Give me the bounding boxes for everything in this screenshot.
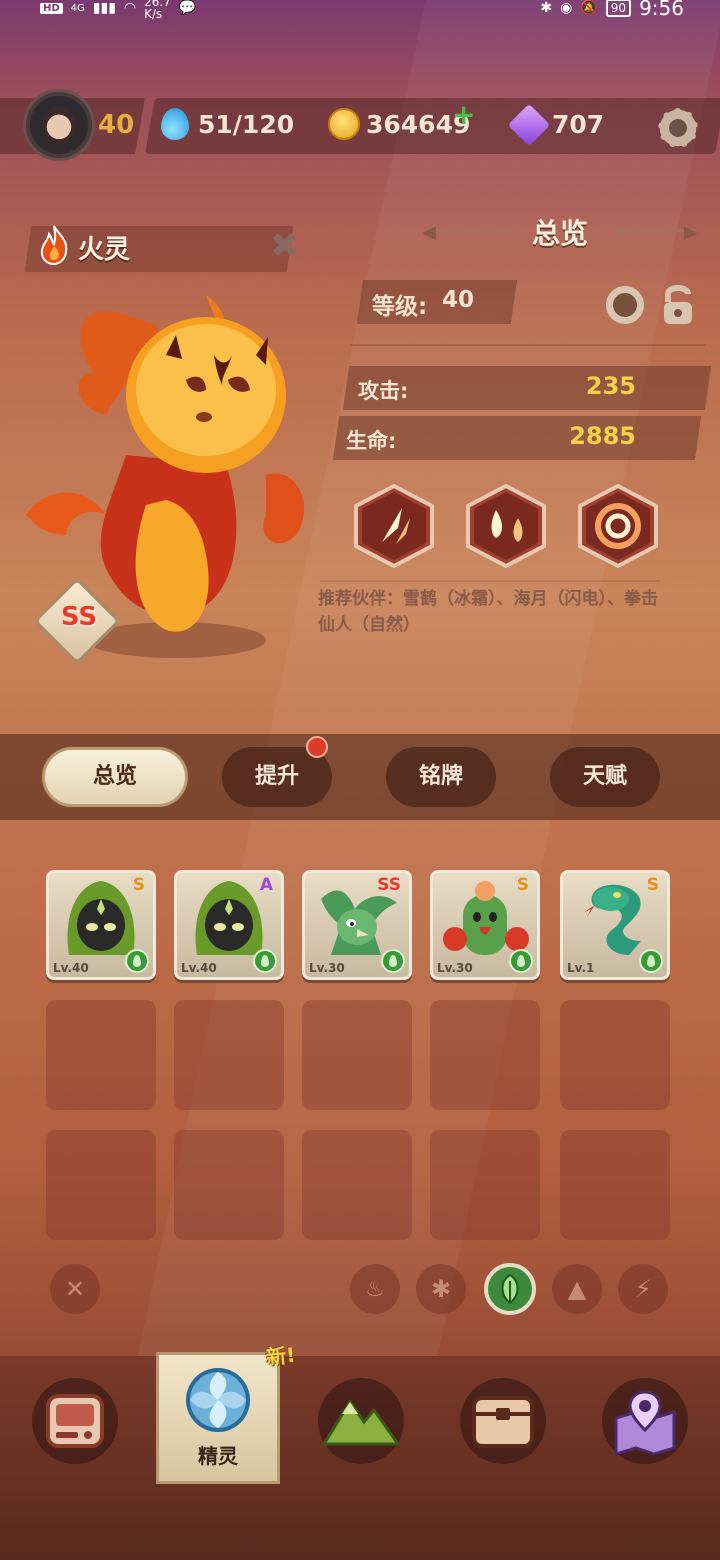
frost-icon: ✱ [430, 1275, 452, 1303]
console-icon [46, 1394, 104, 1448]
nature-element-icon [125, 949, 149, 973]
bluetooth-icon: ✱ [540, 0, 553, 16]
card-grade: SS [377, 875, 401, 895]
empty-slot [302, 1000, 412, 1110]
fire-drops-icon[interactable] [464, 484, 548, 568]
fire-element-icon [40, 225, 68, 266]
gem-icon [507, 103, 551, 147]
clock: 9:56 [639, 0, 684, 20]
gem-value: 707 [552, 110, 605, 139]
tab-talent[interactable]: 天赋 [550, 747, 660, 807]
new-badge: 新! [264, 1342, 297, 1370]
player-level: 40 [98, 110, 135, 140]
filter-frost[interactable]: ✱ [416, 1264, 466, 1314]
tab-overview[interactable]: 总览 [42, 747, 188, 807]
empty-slot [46, 1000, 156, 1110]
notification-dot [306, 736, 328, 758]
attack-value: 235 [585, 372, 636, 400]
card-level: Lv.40 [181, 961, 217, 975]
clear-filter-button[interactable]: ✕ [50, 1264, 100, 1314]
network-indicator: 4G [70, 2, 85, 14]
location-icon: ◉ [560, 0, 573, 16]
nature-element-icon [381, 949, 405, 973]
lightning-icon: ⚡ [634, 1275, 652, 1303]
empty-slot [46, 1130, 156, 1240]
stamina-drop-icon [158, 108, 192, 142]
roster-card[interactable]: SS Lv.30 [302, 870, 412, 980]
empty-slot [430, 1000, 540, 1110]
clear-icon: ✕ [64, 1275, 86, 1303]
card-level: Lv.30 [437, 961, 473, 975]
monster-name: 火灵 [78, 235, 131, 265]
empty-slot [430, 1130, 540, 1240]
roster-card[interactable]: A Lv.40 [174, 870, 284, 980]
close-icon[interactable]: ✖ [270, 226, 299, 266]
empty-slot [560, 1130, 670, 1240]
filter-fire[interactable]: ♨ [350, 1264, 400, 1314]
mountain-icon [321, 1399, 401, 1446]
roster-card[interactable]: S Lv.30 [430, 870, 540, 980]
card-grade: S [646, 875, 659, 895]
nature-element-icon [509, 949, 533, 973]
tab-nameplate[interactable]: 铭牌 [386, 747, 496, 807]
map-pin-icon [614, 1390, 676, 1457]
card-grade: S [132, 875, 145, 895]
fire-swirl-icon[interactable] [576, 484, 660, 568]
card-grade: A [259, 875, 273, 895]
filter-lightning[interactable]: ⚡ [618, 1264, 668, 1314]
card-level: Lv.30 [309, 961, 345, 975]
nav-spirits-label: 精灵 [198, 1444, 238, 1468]
stamina-value: 51/120 [198, 110, 295, 139]
spirit-orb-icon [186, 1368, 250, 1432]
level-label: 等级: [372, 294, 428, 320]
claw-strike-icon[interactable] [352, 484, 436, 568]
empty-slot [174, 1130, 284, 1240]
status-bar: HD 4G ▮▮▮ ◠ 26.7 K/s 💬 ✱ ◉ 🔕 90 9:56 [0, 0, 720, 24]
nav-adventure[interactable] [318, 1378, 404, 1464]
empty-slot [174, 1000, 284, 1110]
overview-title: 总览 [531, 217, 588, 250]
hp-label: 生命: [346, 429, 397, 453]
filter-nature[interactable] [484, 1263, 536, 1315]
player-avatar[interactable] [26, 92, 92, 158]
nature-element-icon [639, 949, 663, 973]
message-icon: 💬 [178, 0, 197, 16]
add-coins-button[interactable]: + [452, 98, 475, 131]
wifi-icon: ◠ [123, 0, 137, 16]
mute-icon: 🔕 [580, 0, 598, 16]
filter-rock[interactable]: ▲ [552, 1264, 602, 1314]
signal-icon: ▮▮▮ [92, 0, 116, 16]
card-level: Lv.40 [53, 961, 89, 975]
attack-label: 攻击: [358, 379, 409, 403]
grade-text: SS [60, 602, 98, 632]
nature-element-icon [253, 949, 277, 973]
rock-icon: ▲ [567, 1275, 587, 1303]
empty-slot [560, 1000, 670, 1110]
avatar-face [42, 106, 76, 144]
recommended-partners: 推荐伙伴：雪鹤（冰霜）、海月（闪电）、拳击仙人（自然） [318, 589, 658, 635]
chest-icon [472, 1396, 534, 1448]
leaf-icon [501, 1273, 519, 1305]
roster-card[interactable]: S Lv.40 [46, 870, 156, 980]
gear-icon[interactable] [656, 106, 700, 150]
fire-icon: ♨ [365, 1276, 385, 1302]
ring-icon[interactable] [606, 286, 644, 324]
empty-slot [302, 1130, 412, 1240]
card-level: Lv.1 [567, 961, 595, 975]
nav-map[interactable] [602, 1378, 688, 1464]
coin-icon [328, 108, 362, 142]
nav-inventory[interactable] [460, 1378, 546, 1464]
roster-card[interactable]: S Lv.1 [560, 870, 670, 980]
hd-indicator: HD [40, 2, 63, 14]
lock-icon[interactable] [660, 282, 696, 326]
battery-indicator: 90 [605, 0, 632, 17]
card-grade: S [516, 875, 529, 895]
nav-console[interactable] [32, 1378, 118, 1464]
hp-value: 2885 [569, 422, 636, 450]
network-speed: 26.7 K/s [144, 0, 171, 21]
level-value: 40 [442, 287, 475, 313]
